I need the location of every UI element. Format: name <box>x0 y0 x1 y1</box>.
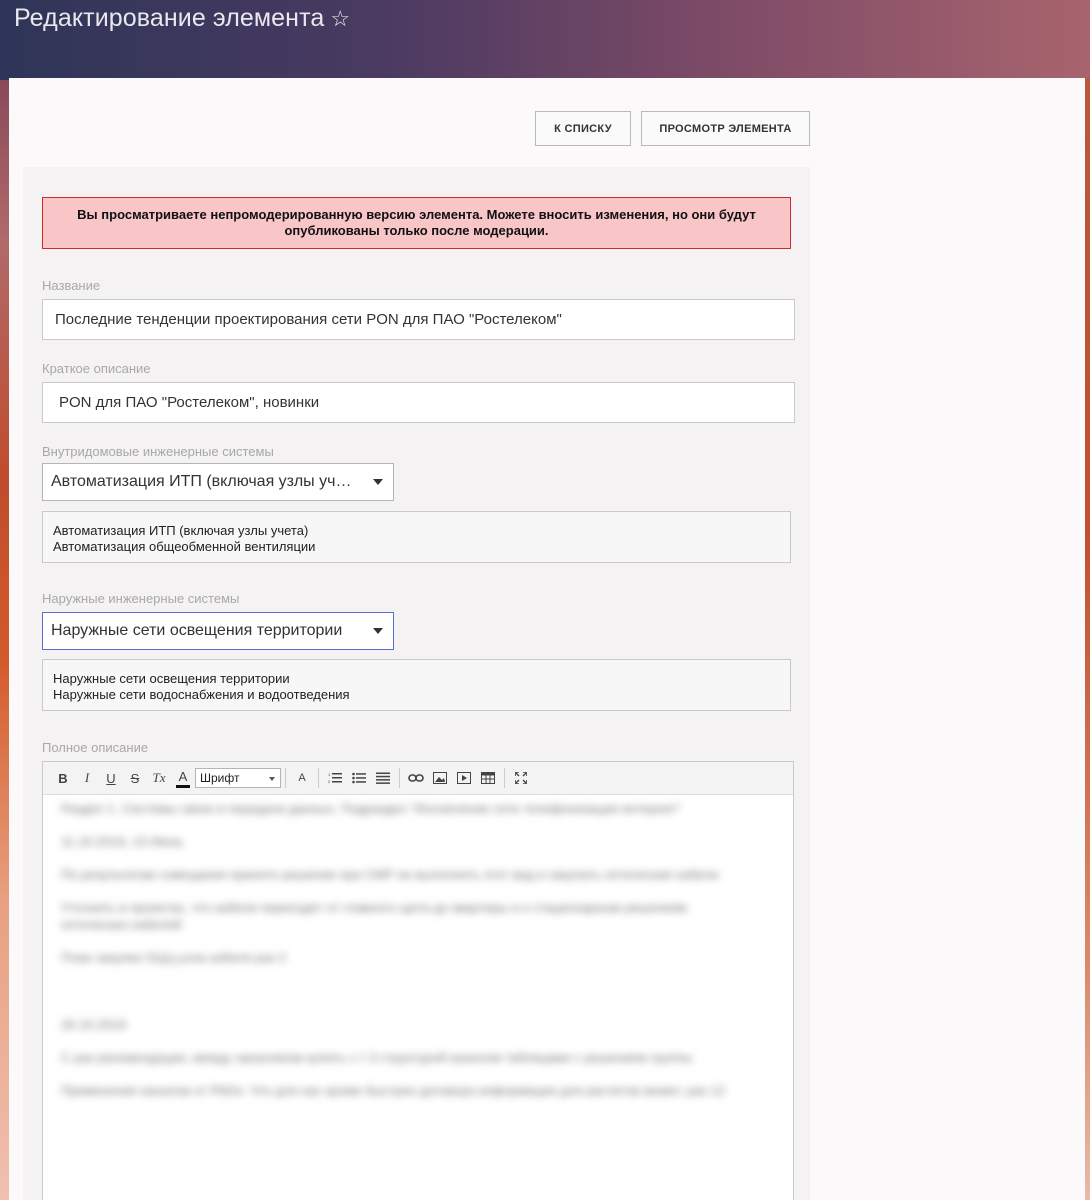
internal-systems-select[interactable]: Автоматизация ИТП (включая узлы учета) <box>42 463 394 501</box>
bullet-list-icon[interactable] <box>347 766 371 790</box>
internal-systems-label: Внутридомовые инженерные системы <box>42 444 274 459</box>
numbered-list-icon[interactable]: 12 <box>323 766 347 790</box>
list-item: Автоматизация ИТП (включая узлы учета) <box>53 523 309 538</box>
font-size-icon[interactable]: A <box>290 766 314 790</box>
external-systems-chosen: Наружные сети освещения территории Наруж… <box>42 659 791 711</box>
view-element-button[interactable]: Просмотр элемента <box>641 111 810 146</box>
internal-systems-chosen: Автоматизация ИТП (включая узлы учета) А… <box>42 511 791 563</box>
image-icon[interactable] <box>428 766 452 790</box>
external-systems-select[interactable]: Наружные сети освещения территории <box>42 612 394 650</box>
toolbar-divider <box>399 768 400 788</box>
star-icon[interactable]: ☆ <box>330 6 350 31</box>
svg-text:1: 1 <box>328 772 331 777</box>
full-description-label: Полное описание <box>42 740 149 755</box>
editor-paragraph: 26.10.2019 <box>61 1017 127 1032</box>
align-justify-icon[interactable] <box>371 766 395 790</box>
editor-content[interactable]: Раздел 1. Системы связи и передачи данны… <box>61 800 751 1115</box>
external-systems-selected: Наружные сети освещения территории <box>51 622 343 639</box>
chevron-down-icon <box>373 628 383 634</box>
editor-toolbar: B I U S Tx A Шрифт A 12 <box>43 762 793 795</box>
fullscreen-icon[interactable] <box>509 766 533 790</box>
editor-paragraph: Раздел 1. Системы связи и передачи данны… <box>61 801 681 816</box>
bold-icon[interactable]: B <box>51 766 75 790</box>
chevron-down-icon <box>373 479 383 485</box>
back-to-list-button[interactable]: К списку <box>535 111 631 146</box>
external-systems-label: Наружные инженерные системы <box>42 591 240 606</box>
moderation-alert: Вы просматриваете непромодерированную ве… <box>42 197 791 249</box>
rich-text-editor[interactable]: B I U S Tx A Шрифт A 12 Раздел 1. Систем… <box>42 761 794 1200</box>
table-icon[interactable] <box>476 766 500 790</box>
short-description-input[interactable]: PON для ПАО "Ростелеком", новинки <box>42 382 795 423</box>
internal-systems-selected: Автоматизация ИТП (включая узлы учета) <box>51 473 359 490</box>
editor-paragraph: Применение каналов от PADs: Что для нас … <box>61 1083 726 1098</box>
page-title: Редактирование элемента ☆ <box>14 4 350 33</box>
font-select-value: Шрифт <box>200 771 240 785</box>
list-item: Наружные сети водоснабжения и водоотведе… <box>53 687 350 702</box>
video-icon[interactable] <box>452 766 476 790</box>
name-input-value: Последние тенденции проектирования сети … <box>55 311 562 328</box>
strike-icon[interactable]: S <box>123 766 147 790</box>
text-color-icon[interactable]: A <box>176 769 190 788</box>
short-description-label: Краткое описание <box>42 361 151 376</box>
background-strip <box>1085 78 1090 1200</box>
editor-paragraph: Уточнить в проектах, что кабели переходя… <box>61 900 687 932</box>
short-description-value: PON для ПАО "Ростелеком", новинки <box>59 394 320 411</box>
list-item: Наружные сети освещения территории <box>53 671 290 686</box>
name-input[interactable]: Последние тенденции проектирования сети … <box>42 299 795 340</box>
font-select[interactable]: Шрифт <box>195 768 281 788</box>
clear-format-icon[interactable]: Tx <box>147 766 171 790</box>
italic-icon[interactable]: I <box>75 766 99 790</box>
underline-icon[interactable]: U <box>99 766 123 790</box>
svg-text:2: 2 <box>328 779 331 784</box>
toolbar-divider <box>318 768 319 788</box>
chevron-down-icon <box>269 777 275 781</box>
toolbar-divider <box>285 768 286 788</box>
toolbar-divider <box>504 768 505 788</box>
name-label: Название <box>42 278 101 293</box>
editor-paragraph: По результатам совещания принято решение… <box>61 867 719 882</box>
link-icon[interactable] <box>404 766 428 790</box>
page-title-text: Редактирование элемента <box>14 4 325 32</box>
list-item: Автоматизация общеобменной вентиляции <box>53 539 316 554</box>
editor-paragraph: 11.10.2019, 13 Июнь <box>61 834 184 849</box>
editor-paragraph: С раз рекомендации, между заказчиком куп… <box>61 1050 693 1065</box>
editor-paragraph: План закупки ОЦЦ-узла кабеля раз 2 <box>61 950 287 965</box>
